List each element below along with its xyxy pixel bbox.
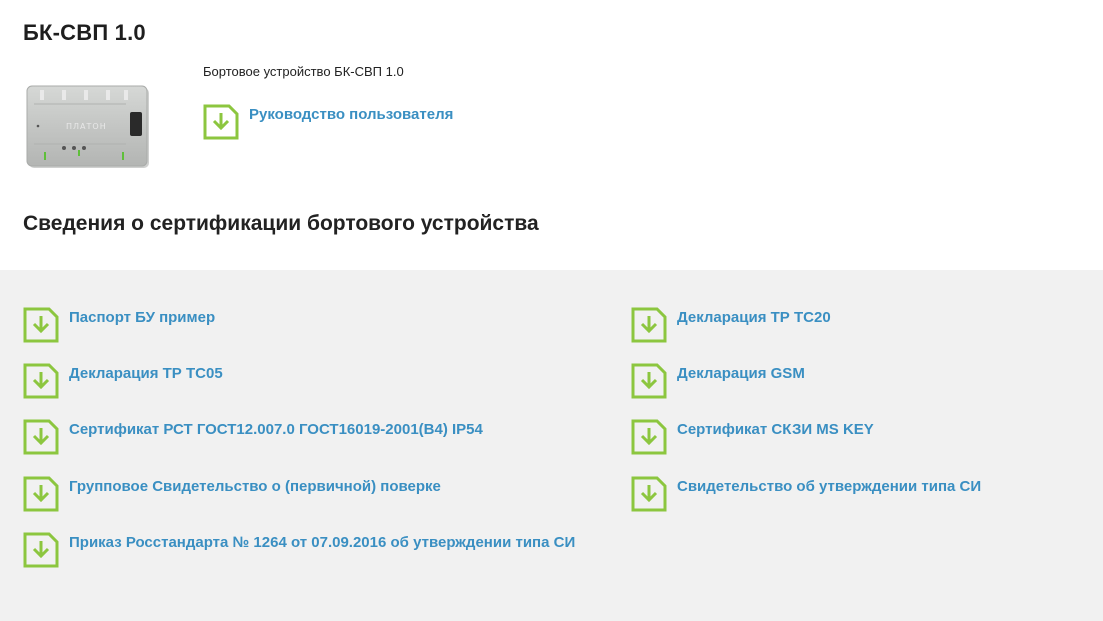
doc-link-label: Декларация ТР ТС20: [677, 309, 831, 326]
certification-panel: Паспорт БУ пример Декларация ТР ТС05 Сер…: [0, 270, 1103, 621]
doc-link-label: Паспорт БУ пример: [69, 309, 216, 326]
doc-link-label: Приказ Росстандарта № 1264 от 07.09.2016…: [69, 534, 576, 551]
download-doc-icon: [23, 307, 59, 343]
device-logo-text: ПЛАТОН: [66, 122, 107, 131]
download-doc-icon: [631, 419, 667, 455]
doc-link-verification-certificate[interactable]: Групповое Свидетельство о (первичной) по…: [23, 476, 603, 512]
download-doc-icon: [631, 307, 667, 343]
certification-section-title: Сведения о сертификации бортового устрой…: [23, 212, 539, 235]
doc-link-declaration-tr-ts05[interactable]: Декларация ТР ТС05: [23, 363, 603, 399]
device-image[interactable]: ПЛАТОН: [26, 84, 150, 170]
download-doc-icon: [23, 532, 59, 568]
device-description: Бортовое устройство БК-СВП 1.0: [203, 64, 404, 79]
product-title: БК-СВП 1.0: [23, 20, 146, 45]
page: БК-СВП 1.0 ПЛАТОН Бортовое устройство БК…: [0, 0, 1103, 621]
user-manual-link[interactable]: Руководство пользователя: [203, 104, 453, 140]
doc-link-type-approval[interactable]: Свидетельство об утверждении типа СИ: [631, 476, 1081, 512]
doc-link-skzi-certificate[interactable]: Сертификат СКЗИ MS KEY: [631, 419, 1081, 455]
download-doc-icon: [23, 419, 59, 455]
doc-link-label: Декларация GSM: [677, 365, 805, 382]
download-doc-icon: [631, 476, 667, 512]
download-doc-icon: [203, 104, 239, 140]
doc-link-label: Свидетельство об утверждении типа СИ: [677, 478, 982, 495]
download-doc-icon: [631, 363, 667, 399]
user-manual-label: Руководство пользователя: [249, 106, 454, 123]
doc-link-certificate-rst[interactable]: Сертификат РСТ ГОСТ12.007.0 ГОСТ16019-20…: [23, 419, 603, 455]
doc-link-label: Групповое Свидетельство о (первичной) по…: [69, 478, 441, 495]
doc-link-rosstandart-order[interactable]: Приказ Росстандарта № 1264 от 07.09.2016…: [23, 532, 603, 568]
doc-link-label: Сертификат РСТ ГОСТ12.007.0 ГОСТ16019-20…: [69, 421, 483, 438]
download-doc-icon: [23, 476, 59, 512]
doc-link-label: Декларация ТР ТС05: [69, 365, 223, 382]
doc-link-passport[interactable]: Паспорт БУ пример: [23, 307, 603, 343]
doc-link-declaration-gsm[interactable]: Декларация GSM: [631, 363, 1081, 399]
download-doc-icon: [23, 363, 59, 399]
doc-link-declaration-tr-ts20[interactable]: Декларация ТР ТС20: [631, 307, 1081, 343]
doc-link-label: Сертификат СКЗИ MS KEY: [677, 421, 874, 438]
